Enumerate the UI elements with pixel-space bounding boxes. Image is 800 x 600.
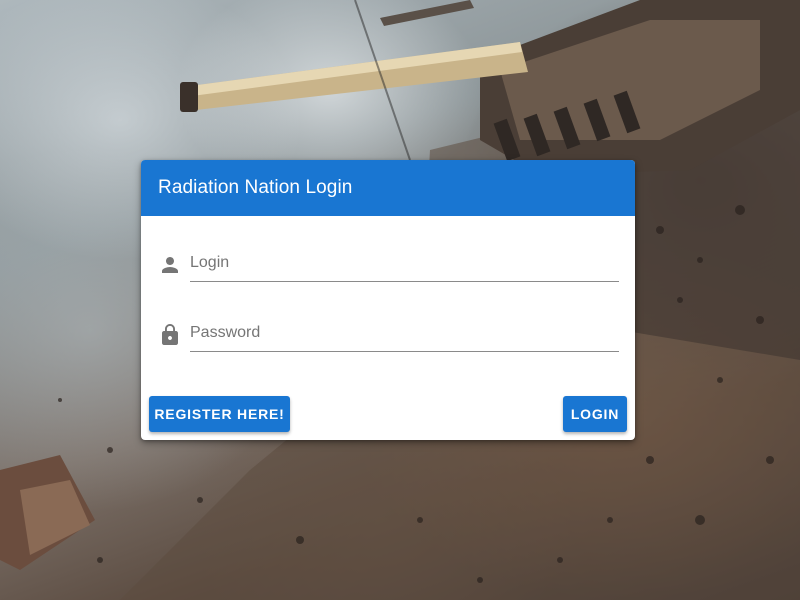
- lock-icon: [158, 323, 182, 347]
- page-title: Radiation Nation Login: [158, 177, 353, 198]
- card-header: Radiation Nation Login: [141, 160, 635, 216]
- login-button[interactable]: LOGIN: [563, 396, 627, 432]
- password-field-row: [158, 315, 620, 355]
- register-button[interactable]: REGISTER HERE!: [149, 396, 290, 432]
- password-input[interactable]: [190, 315, 619, 352]
- login-field-row: [158, 245, 620, 285]
- person-icon: [158, 253, 182, 277]
- login-input[interactable]: [190, 245, 619, 282]
- login-card: Radiation Nation Login REGISTER HERE! LO…: [141, 160, 635, 440]
